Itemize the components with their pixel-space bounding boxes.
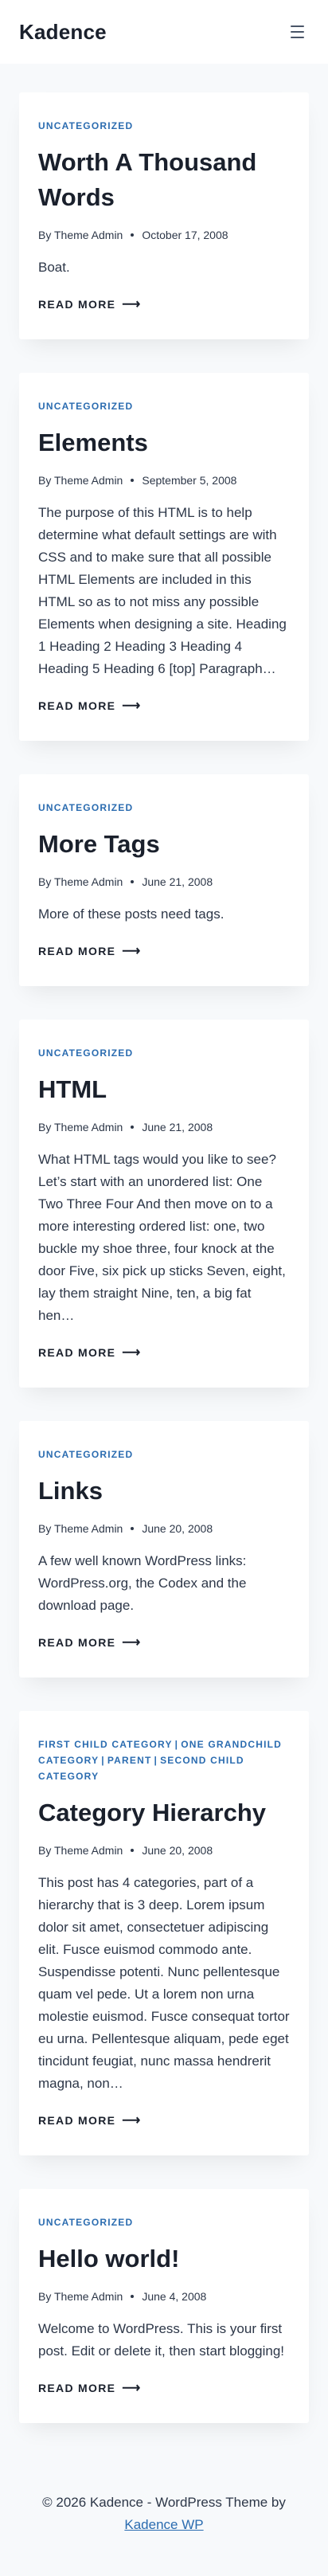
- category-separator: |: [101, 1755, 105, 1766]
- site-header: Kadence: [0, 0, 328, 64]
- arrow-right-icon: ⟶: [122, 298, 142, 311]
- post-excerpt: What HTML tags would you like to see? Le…: [38, 1152, 286, 1323]
- post-categories: Uncategorized: [38, 1447, 290, 1462]
- category-link[interactable]: Uncategorized: [38, 120, 133, 131]
- meta-separator-dot: [131, 1126, 135, 1129]
- meta-separator-dot: [131, 880, 135, 883]
- meta-separator-dot: [131, 479, 135, 482]
- arrow-right-icon: ⟶: [122, 1346, 142, 1360]
- read-more-label: Read More: [38, 945, 116, 957]
- hamburger-line: [290, 31, 304, 33]
- meta-separator-dot: [131, 1849, 135, 1852]
- post-categories: Uncategorized: [38, 800, 290, 816]
- post-author[interactable]: By Theme Admin: [38, 2288, 123, 2305]
- arrow-right-icon: ⟶: [122, 699, 142, 713]
- post-excerpt: The purpose of this HTML is to help dete…: [38, 505, 287, 676]
- meta-separator-dot: [131, 2295, 135, 2298]
- category-separator: |: [154, 1755, 158, 1766]
- post-list: Uncategorized Worth A Thousand Words By Th…: [0, 64, 328, 2423]
- read-more-label: Read More: [38, 1346, 116, 1359]
- post-date: June 21, 2008: [142, 875, 213, 888]
- post-excerpt: Boat.: [38, 260, 70, 275]
- post-title[interactable]: Elements: [38, 425, 290, 460]
- category-link[interactable]: Uncategorized: [38, 401, 133, 412]
- post-categories: Uncategorized: [38, 118, 290, 134]
- post-author[interactable]: By Theme Admin: [38, 1842, 123, 1859]
- read-more-link[interactable]: Read More ⟶: [38, 1634, 142, 1650]
- read-more-link[interactable]: Read More ⟶: [38, 2380, 142, 2396]
- post-card: First Child Category | One Grandchild Cate…: [19, 1711, 309, 2155]
- post-categories: Uncategorized: [38, 2214, 290, 2230]
- read-more-link[interactable]: Read More ⟶: [38, 296, 142, 312]
- read-more-label: Read More: [38, 2382, 116, 2394]
- footer-text: © 2026 Kadence - WordPress Theme by: [42, 2495, 286, 2510]
- category-link[interactable]: Uncategorized: [38, 1449, 133, 1460]
- site-footer: © 2026 Kadence - WordPress Theme by Kade…: [0, 2457, 328, 2576]
- footer-link[interactable]: Kadence WP: [124, 2517, 203, 2532]
- read-more-label: Read More: [38, 298, 116, 311]
- post-meta: By Theme Admin October 17, 2008: [38, 226, 290, 244]
- post-author[interactable]: By Theme Admin: [38, 226, 123, 244]
- post-author[interactable]: By Theme Admin: [38, 472, 123, 489]
- post-title[interactable]: Links: [38, 1474, 290, 1509]
- category-link[interactable]: First Child Category: [38, 1739, 173, 1750]
- arrow-right-icon: ⟶: [122, 2114, 142, 2128]
- hamburger-line: [290, 37, 304, 38]
- post-card: Uncategorized Links By Theme Admin June 20,…: [19, 1421, 309, 1678]
- post-excerpt: This post has 4 categories, part of a hi…: [38, 1875, 290, 2091]
- post-date: October 17, 2008: [142, 229, 228, 241]
- arrow-right-icon: ⟶: [122, 2382, 142, 2395]
- post-card: Uncategorized Elements By Theme Admin Septe…: [19, 373, 309, 741]
- hamburger-line: [290, 25, 304, 27]
- post-title[interactable]: HTML: [38, 1072, 290, 1107]
- arrow-right-icon: ⟶: [122, 945, 142, 958]
- read-more-link[interactable]: Read More ⟶: [38, 2112, 142, 2128]
- post-excerpt: Welcome to WordPress. This is your first…: [38, 2321, 285, 2359]
- read-more-link[interactable]: Read More ⟶: [38, 943, 142, 959]
- post-meta: By Theme Admin June 21, 2008: [38, 873, 290, 891]
- meta-separator-dot: [131, 233, 135, 237]
- post-categories: Uncategorized: [38, 1045, 290, 1061]
- read-more-label: Read More: [38, 2114, 116, 2127]
- post-title[interactable]: Category Hierarchy: [38, 1795, 290, 1830]
- post-card: Uncategorized Hello world! By Theme Admin J…: [19, 2189, 309, 2423]
- meta-separator-dot: [131, 1527, 135, 1530]
- read-more-link[interactable]: Read More ⟶: [38, 698, 142, 714]
- post-categories: Uncategorized: [38, 398, 290, 414]
- post-card: Uncategorized More Tags By Theme Admin June…: [19, 774, 309, 986]
- read-more-label: Read More: [38, 699, 116, 712]
- arrow-right-icon: ⟶: [122, 1636, 142, 1650]
- read-more-link[interactable]: Read More ⟶: [38, 1345, 142, 1360]
- post-meta: By Theme Admin June 20, 2008: [38, 1520, 290, 1537]
- category-link[interactable]: Uncategorized: [38, 1047, 133, 1059]
- category-link[interactable]: Uncategorized: [38, 2217, 133, 2228]
- site-title[interactable]: Kadence: [19, 20, 107, 45]
- post-meta: By Theme Admin June 21, 2008: [38, 1118, 290, 1136]
- hamburger-icon[interactable]: [285, 20, 309, 44]
- post-title[interactable]: Hello world!: [38, 2241, 290, 2277]
- post-author[interactable]: By Theme Admin: [38, 1118, 123, 1136]
- post-date: June 21, 2008: [142, 1121, 213, 1133]
- post-excerpt: More of these posts need tags.: [38, 906, 225, 922]
- post-meta: By Theme Admin September 5, 2008: [38, 472, 290, 489]
- post-title[interactable]: Worth A Thousand Words: [38, 145, 290, 215]
- post-date: September 5, 2008: [142, 474, 237, 487]
- category-separator: |: [174, 1739, 179, 1750]
- post-author[interactable]: By Theme Admin: [38, 1520, 123, 1537]
- post-excerpt: A few well known WordPress links: WordPr…: [38, 1553, 247, 1613]
- read-more-label: Read More: [38, 1636, 116, 1649]
- post-date: June 20, 2008: [142, 1844, 213, 1857]
- post-author[interactable]: By Theme Admin: [38, 873, 123, 891]
- category-link[interactable]: Parent: [107, 1755, 152, 1766]
- post-categories: First Child Category | One Grandchild Cate…: [38, 1736, 290, 1784]
- post-card: Uncategorized HTML By Theme Admin June 21, …: [19, 1020, 309, 1388]
- category-link[interactable]: Uncategorized: [38, 802, 133, 813]
- post-date: June 4, 2008: [142, 2290, 207, 2303]
- post-date: June 20, 2008: [142, 1522, 213, 1535]
- post-title[interactable]: More Tags: [38, 827, 290, 862]
- post-card: Uncategorized Worth A Thousand Words By Th…: [19, 92, 309, 339]
- post-meta: By Theme Admin June 4, 2008: [38, 2288, 290, 2305]
- post-meta: By Theme Admin June 20, 2008: [38, 1842, 290, 1859]
